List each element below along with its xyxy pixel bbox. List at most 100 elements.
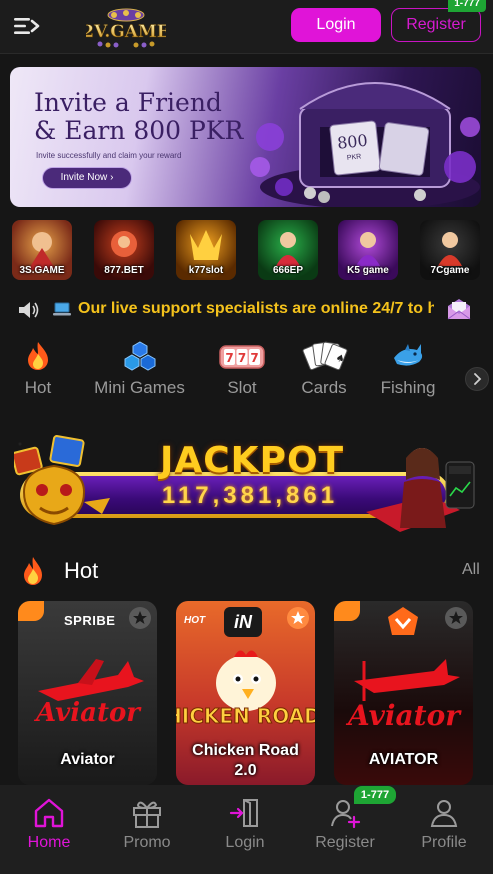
game-name: Chicken Road 2.0 xyxy=(192,742,299,779)
game-card-chicken-road-2[interactable]: HOT iN CHICKEN ROAD 2 Chicken Road 2.0 xyxy=(176,601,315,785)
hot-section-header: Hot All xyxy=(0,552,493,588)
nav-label: Register xyxy=(315,834,375,851)
slot-777-icon: 7 7 7 xyxy=(219,345,265,369)
category-label: Fishing xyxy=(380,378,436,397)
provider-logo: SPRIBE xyxy=(64,613,116,628)
provider-logo: iN xyxy=(224,607,262,637)
game-card-aviator-2[interactable]: Aviator AVIATOR xyxy=(334,601,473,785)
category-tabs: Hot Mini Games 7 7 7 Slot ♠ Cards Fishin… xyxy=(0,340,493,406)
home-icon xyxy=(34,798,64,828)
speaker-icon xyxy=(19,302,39,318)
favorite-star-icon[interactable] xyxy=(287,607,309,629)
favorite-star-icon[interactable] xyxy=(445,607,467,629)
invite-now-label: Invite Now xyxy=(60,172,108,183)
game-art-text: Aviator xyxy=(345,699,462,732)
brand-tile-666ep[interactable]: 666EP xyxy=(258,220,318,280)
banner-title-line1: Invite a Friend xyxy=(34,88,222,117)
brand-tile-k77slot[interactable]: k77slot xyxy=(176,220,236,280)
favorite-star-icon[interactable] xyxy=(129,607,151,629)
brand-tile-3s-game[interactable]: 3S.GAME xyxy=(12,220,72,280)
banner-subtitle: Invite successfully and claim your rewar… xyxy=(36,151,182,160)
menu-toggle-icon[interactable] xyxy=(12,13,40,39)
top-header: 2V.GAME Login Register 1-777 xyxy=(0,0,493,54)
nav-label: Login xyxy=(225,834,265,851)
section-title: Hot xyxy=(64,558,99,583)
aviator-plane-art: Aviator xyxy=(345,659,462,732)
game-name: AVIATOR xyxy=(368,751,439,768)
shark-icon xyxy=(394,344,423,366)
brand-label: 7Cgame xyxy=(430,265,470,276)
jackpot-banner[interactable]: JACKPOT 117,381,861 xyxy=(0,424,493,540)
treasure-chest-illustration: 800 PKR xyxy=(250,82,480,207)
aviator-plane-art: Aviator xyxy=(33,659,144,728)
view-all-link[interactable]: All xyxy=(462,561,480,579)
category-label: Cards xyxy=(301,378,347,397)
category-hot[interactable]: Hot xyxy=(18,340,58,398)
announcement-marquee: Our live support specialists are online … xyxy=(0,292,493,326)
brand-label: k77slot xyxy=(188,265,224,276)
flame-icon xyxy=(28,342,48,370)
user-icon xyxy=(430,800,458,827)
nav-profile[interactable]: Profile xyxy=(395,785,493,874)
card-unit: PKR xyxy=(347,153,362,161)
nav-label: Promo xyxy=(123,834,171,851)
svg-text:7: 7 xyxy=(250,351,258,365)
golden-mask-illustration xyxy=(14,435,110,526)
cubes-icon xyxy=(124,341,155,371)
nav-label: Profile xyxy=(421,834,467,851)
jackpot-title: JACKPOT xyxy=(160,440,345,481)
announcement-text: Our live support specialists are online … xyxy=(78,300,434,317)
chevron-right-icon xyxy=(474,373,482,385)
brand-label: K5 game xyxy=(347,265,389,276)
card-value: 800 xyxy=(336,131,368,153)
login-button[interactable]: Login xyxy=(291,8,381,42)
banner-title-line2: & Earn 800 PKR xyxy=(34,116,244,145)
brand-tile-877-bet[interactable]: 877.BET xyxy=(94,220,154,280)
category-mini-games[interactable]: Mini Games xyxy=(92,340,187,398)
thumbs-up-icon xyxy=(18,601,44,621)
nav-label: Home xyxy=(27,834,71,851)
brand-label: 3S.GAME xyxy=(19,265,65,276)
svg-text:7: 7 xyxy=(225,351,233,365)
laptop-icon xyxy=(53,302,71,316)
brand-tile-7cgame[interactable]: 7Cgame xyxy=(420,220,480,280)
nav-promo[interactable]: Promo xyxy=(98,785,196,874)
category-label: Mini Games xyxy=(94,378,185,397)
playing-cards-icon: ♠ xyxy=(302,341,348,371)
category-slot[interactable]: 7 7 7 Slot xyxy=(218,340,266,398)
category-label: Slot xyxy=(227,378,257,397)
hot-tag: HOT xyxy=(184,615,206,626)
invite-now-button[interactable]: Invite Now › xyxy=(42,167,132,189)
brand-label: 666EP xyxy=(272,265,304,276)
register-bonus-badge: 1-777 xyxy=(448,0,486,12)
banner-title: Invite a Friend & Earn 800 PKR xyxy=(34,89,243,145)
category-fishing[interactable]: Fishing xyxy=(378,340,438,398)
pilot-girl-illustration xyxy=(366,448,475,532)
game-art-text: CHICKEN ROAD 2 xyxy=(176,704,315,728)
svg-text:7: 7 xyxy=(238,351,246,365)
game-art-text: Aviator xyxy=(33,698,142,728)
page: 2V.GAME Login Register 1-777 Invite a Fr… xyxy=(0,0,493,874)
thumbs-up-icon xyxy=(334,601,360,621)
nav-login[interactable]: Login xyxy=(196,785,294,874)
jackpot-amount: 117,381,861 xyxy=(161,482,339,509)
category-scroll-right[interactable] xyxy=(465,367,489,391)
brand-logo[interactable]: 2V.GAME xyxy=(82,6,170,48)
gift-icon xyxy=(133,801,161,828)
game-name: Aviator xyxy=(60,751,115,768)
category-label: Hot xyxy=(24,378,52,397)
chevron-right-icon: › xyxy=(110,172,114,183)
mail-icon[interactable] xyxy=(445,296,473,322)
chicken-art: CHICKEN ROAD 2 xyxy=(176,650,315,729)
category-cards[interactable]: ♠ Cards xyxy=(300,340,348,398)
register-bonus-badge: 1-777 xyxy=(354,786,396,804)
login-door-icon xyxy=(229,799,258,827)
brand-tile-k5-game[interactable]: K5 game xyxy=(338,220,398,280)
logo-text: 2V.GAME xyxy=(86,22,166,42)
register-button[interactable]: Register xyxy=(391,8,481,42)
game-card-aviator[interactable]: SPRIBE Aviator Aviator xyxy=(18,601,157,785)
flame-icon xyxy=(24,557,42,585)
invite-friend-banner[interactable]: Invite a Friend & Earn 800 PKR Invite su… xyxy=(10,67,481,207)
brand-label: 877.BET xyxy=(104,265,144,276)
nav-home[interactable]: Home xyxy=(0,785,98,874)
